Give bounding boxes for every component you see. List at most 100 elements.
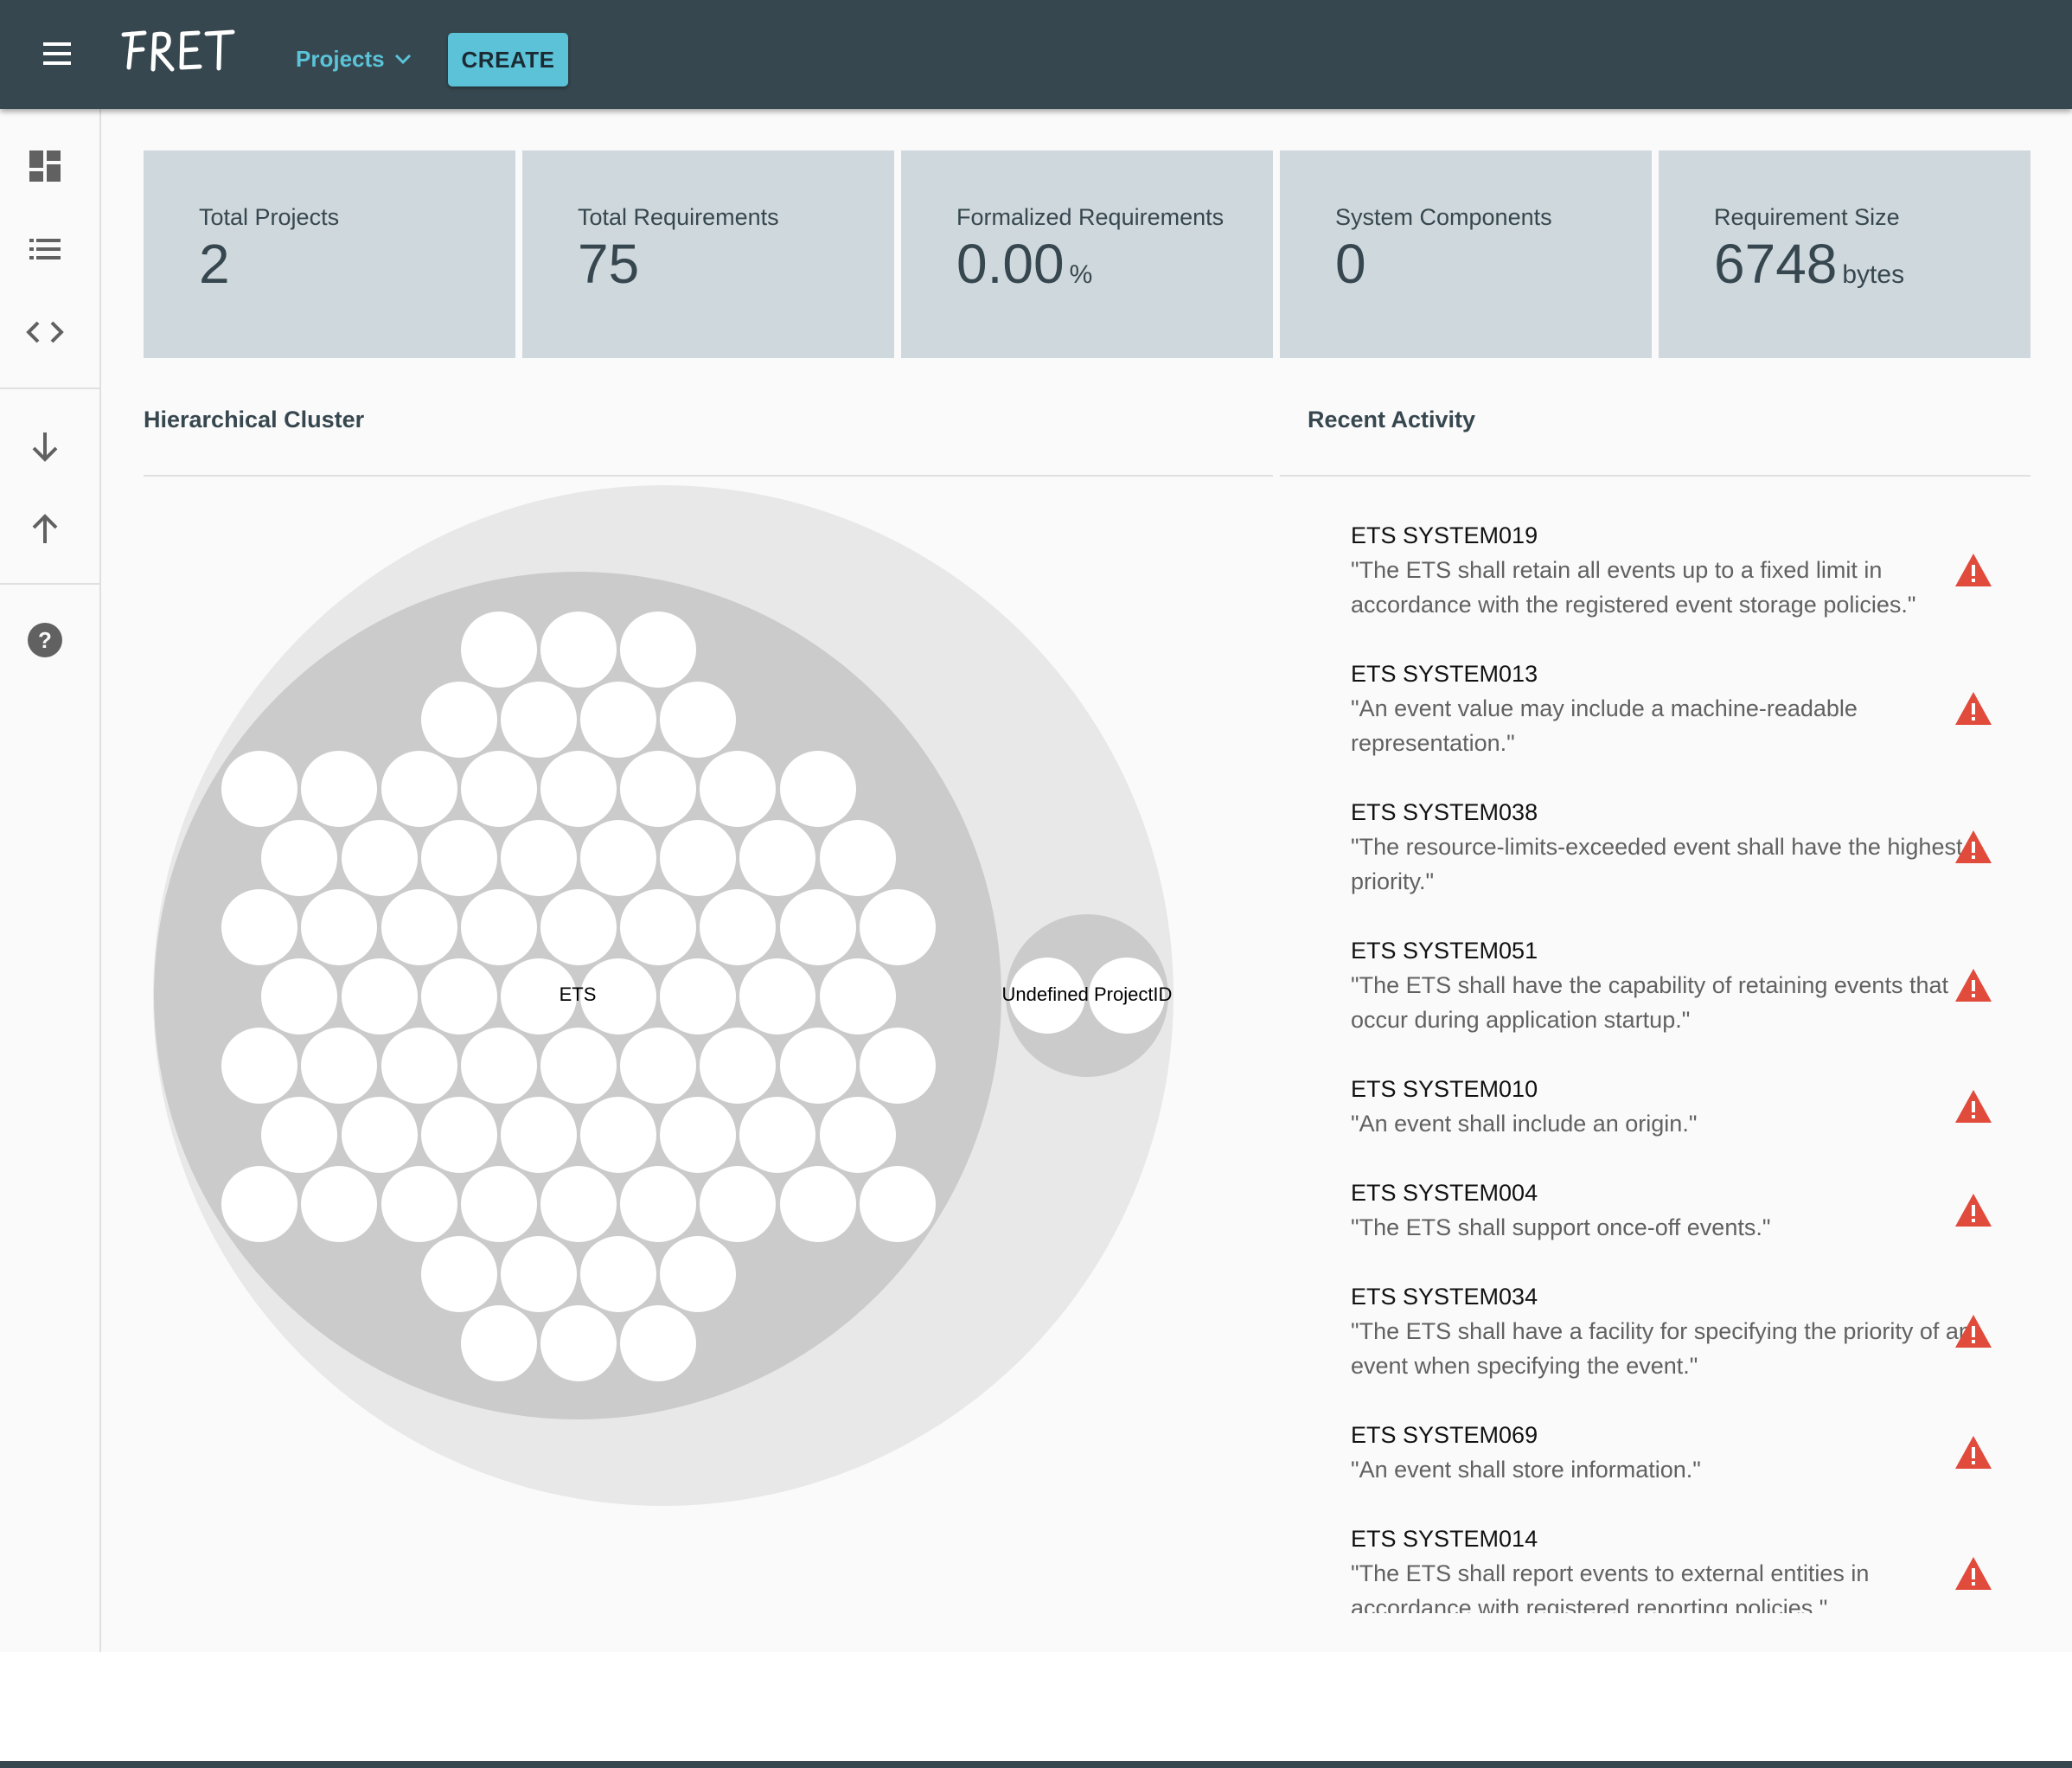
- cluster-leaf-requirement[interactable]: [700, 1028, 776, 1104]
- activity-item[interactable]: ETS SYSTEM010 "An event shall include an…: [1351, 1072, 2017, 1141]
- cluster-leaf-requirement[interactable]: [221, 889, 297, 965]
- warning-icon[interactable]: [1954, 1555, 1993, 1592]
- cluster-leaf-requirement[interactable]: [660, 958, 736, 1035]
- cluster-leaf-requirement[interactable]: [620, 751, 696, 827]
- cluster-leaf-requirement[interactable]: [421, 820, 497, 896]
- cluster-leaf-requirement[interactable]: [580, 1236, 656, 1312]
- cluster-leaf-requirement[interactable]: [221, 751, 297, 827]
- cluster-leaf-requirement[interactable]: [660, 1097, 736, 1173]
- cluster-leaf-requirement[interactable]: [540, 1166, 617, 1242]
- cluster-leaf-requirement[interactable]: [421, 1236, 497, 1312]
- code-icon[interactable]: [24, 311, 66, 353]
- cluster-leaf-requirement[interactable]: [660, 1236, 736, 1312]
- cluster-leaf-requirement[interactable]: [820, 820, 896, 896]
- activity-item[interactable]: ETS SYSTEM004 "The ETS shall support onc…: [1351, 1175, 2017, 1245]
- cluster-leaf-requirement[interactable]: [221, 1028, 297, 1104]
- cluster-leaf-requirement[interactable]: [342, 1097, 418, 1173]
- cluster-leaf-requirement[interactable]: [261, 958, 337, 1035]
- cluster-leaf-requirement[interactable]: [461, 1305, 537, 1381]
- cluster-leaf-requirement[interactable]: [501, 1236, 577, 1312]
- cluster-leaf-requirement[interactable]: [860, 1166, 936, 1242]
- cluster-leaf-requirement[interactable]: [421, 958, 497, 1035]
- cluster-leaf-requirement[interactable]: [860, 1028, 936, 1104]
- cluster-leaf-requirement[interactable]: [381, 889, 457, 965]
- activity-item[interactable]: ETS SYSTEM019 "The ETS shall retain all …: [1351, 518, 2017, 622]
- cluster-leaf-requirement[interactable]: [700, 1166, 776, 1242]
- warning-icon[interactable]: [1954, 1088, 1993, 1124]
- cluster-leaf-requirement[interactable]: [739, 1097, 815, 1173]
- help-icon[interactable]: ?: [24, 619, 66, 661]
- cluster-leaf-requirement[interactable]: [739, 958, 815, 1035]
- warning-icon[interactable]: [1954, 552, 1993, 588]
- cluster-leaf-requirement[interactable]: [860, 889, 936, 965]
- cluster-leaf-requirement[interactable]: [620, 1028, 696, 1104]
- cluster-leaf-requirement[interactable]: [540, 889, 617, 965]
- cluster-leaf-requirement[interactable]: [381, 751, 457, 827]
- cluster-leaf-requirement[interactable]: [820, 1097, 896, 1173]
- cluster-leaf-requirement[interactable]: [301, 889, 377, 965]
- cluster-leaf-requirement[interactable]: [421, 1097, 497, 1173]
- cluster-leaf-requirement[interactable]: [342, 820, 418, 896]
- cluster-leaf-requirement[interactable]: [700, 889, 776, 965]
- cluster-leaf-requirement[interactable]: [461, 889, 537, 965]
- cluster-leaf-requirement[interactable]: [261, 1097, 337, 1173]
- cluster-leaf-requirement[interactable]: [780, 1028, 856, 1104]
- cluster-leaf-requirement[interactable]: [780, 889, 856, 965]
- cluster-leaf-requirement[interactable]: [620, 1305, 696, 1381]
- cluster-leaf-requirement[interactable]: [820, 958, 896, 1035]
- list-icon[interactable]: [24, 228, 66, 270]
- projects-dropdown[interactable]: Projects: [296, 40, 412, 78]
- cluster-leaf-requirement[interactable]: [620, 889, 696, 965]
- cluster-leaf-requirement[interactable]: [540, 751, 617, 827]
- cluster-leaf-requirement[interactable]: [501, 820, 577, 896]
- activity-item[interactable]: ETS SYSTEM014 "The ETS shall report even…: [1351, 1521, 2017, 1613]
- cluster-leaf-requirement[interactable]: [421, 682, 497, 758]
- activity-item[interactable]: ETS SYSTEM013 "An event value may includ…: [1351, 657, 2017, 760]
- cluster-leaf-requirement[interactable]: [620, 612, 696, 688]
- cluster-leaf-requirement[interactable]: [261, 820, 337, 896]
- warning-icon[interactable]: [1954, 1434, 1993, 1470]
- cluster-leaf-requirement[interactable]: [540, 1305, 617, 1381]
- activity-item[interactable]: ETS SYSTEM069 "An event shall store info…: [1351, 1418, 2017, 1487]
- cluster-leaf-requirement[interactable]: [381, 1028, 457, 1104]
- warning-icon[interactable]: [1954, 1313, 1993, 1349]
- cluster-leaf-requirement[interactable]: [501, 1097, 577, 1173]
- warning-icon[interactable]: [1954, 829, 1993, 865]
- upload-icon[interactable]: [24, 509, 66, 550]
- cluster-leaf-requirement[interactable]: [461, 612, 537, 688]
- cluster-leaf-requirement[interactable]: [540, 612, 617, 688]
- cluster-leaf-requirement[interactable]: [580, 820, 656, 896]
- cluster-leaf-requirement[interactable]: [660, 820, 736, 896]
- cluster-leaf-requirement[interactable]: [580, 682, 656, 758]
- cluster-leaf-requirement[interactable]: [381, 1166, 457, 1242]
- cluster-leaf-requirement[interactable]: [301, 751, 377, 827]
- activity-item[interactable]: ETS SYSTEM051 "The ETS shall have the ca…: [1351, 933, 2017, 1037]
- cluster-leaf-requirement[interactable]: [301, 1028, 377, 1104]
- activity-item[interactable]: ETS SYSTEM038 "The resource-limits-excee…: [1351, 795, 2017, 899]
- activity-req-id: ETS SYSTEM051: [1351, 938, 1538, 964]
- dashboard-icon[interactable]: [24, 145, 66, 187]
- cluster-leaf-requirement[interactable]: [780, 751, 856, 827]
- warning-icon[interactable]: [1954, 1192, 1993, 1228]
- cluster-leaf-requirement[interactable]: [620, 1166, 696, 1242]
- download-icon[interactable]: [24, 426, 66, 467]
- cluster-leaf-requirement[interactable]: [540, 1028, 617, 1104]
- fret-logo[interactable]: [117, 22, 238, 82]
- menu-icon[interactable]: [38, 37, 76, 72]
- activity-item[interactable]: ETS SYSTEM034 "The ETS shall have a faci…: [1351, 1279, 2017, 1383]
- cluster-leaf-requirement[interactable]: [221, 1166, 297, 1242]
- cluster-leaf-requirement[interactable]: [461, 751, 537, 827]
- cluster-leaf-requirement[interactable]: [739, 820, 815, 896]
- cluster-leaf-requirement[interactable]: [501, 682, 577, 758]
- create-button[interactable]: CREATE: [448, 33, 568, 86]
- cluster-leaf-requirement[interactable]: [461, 1166, 537, 1242]
- cluster-leaf-requirement[interactable]: [660, 682, 736, 758]
- cluster-leaf-requirement[interactable]: [700, 751, 776, 827]
- cluster-leaf-requirement[interactable]: [580, 1097, 656, 1173]
- cluster-leaf-requirement[interactable]: [301, 1166, 377, 1242]
- warning-icon[interactable]: [1954, 967, 1993, 1003]
- warning-icon[interactable]: [1954, 690, 1993, 727]
- cluster-leaf-requirement[interactable]: [780, 1166, 856, 1242]
- cluster-leaf-requirement[interactable]: [461, 1028, 537, 1104]
- cluster-leaf-requirement[interactable]: [342, 958, 418, 1035]
